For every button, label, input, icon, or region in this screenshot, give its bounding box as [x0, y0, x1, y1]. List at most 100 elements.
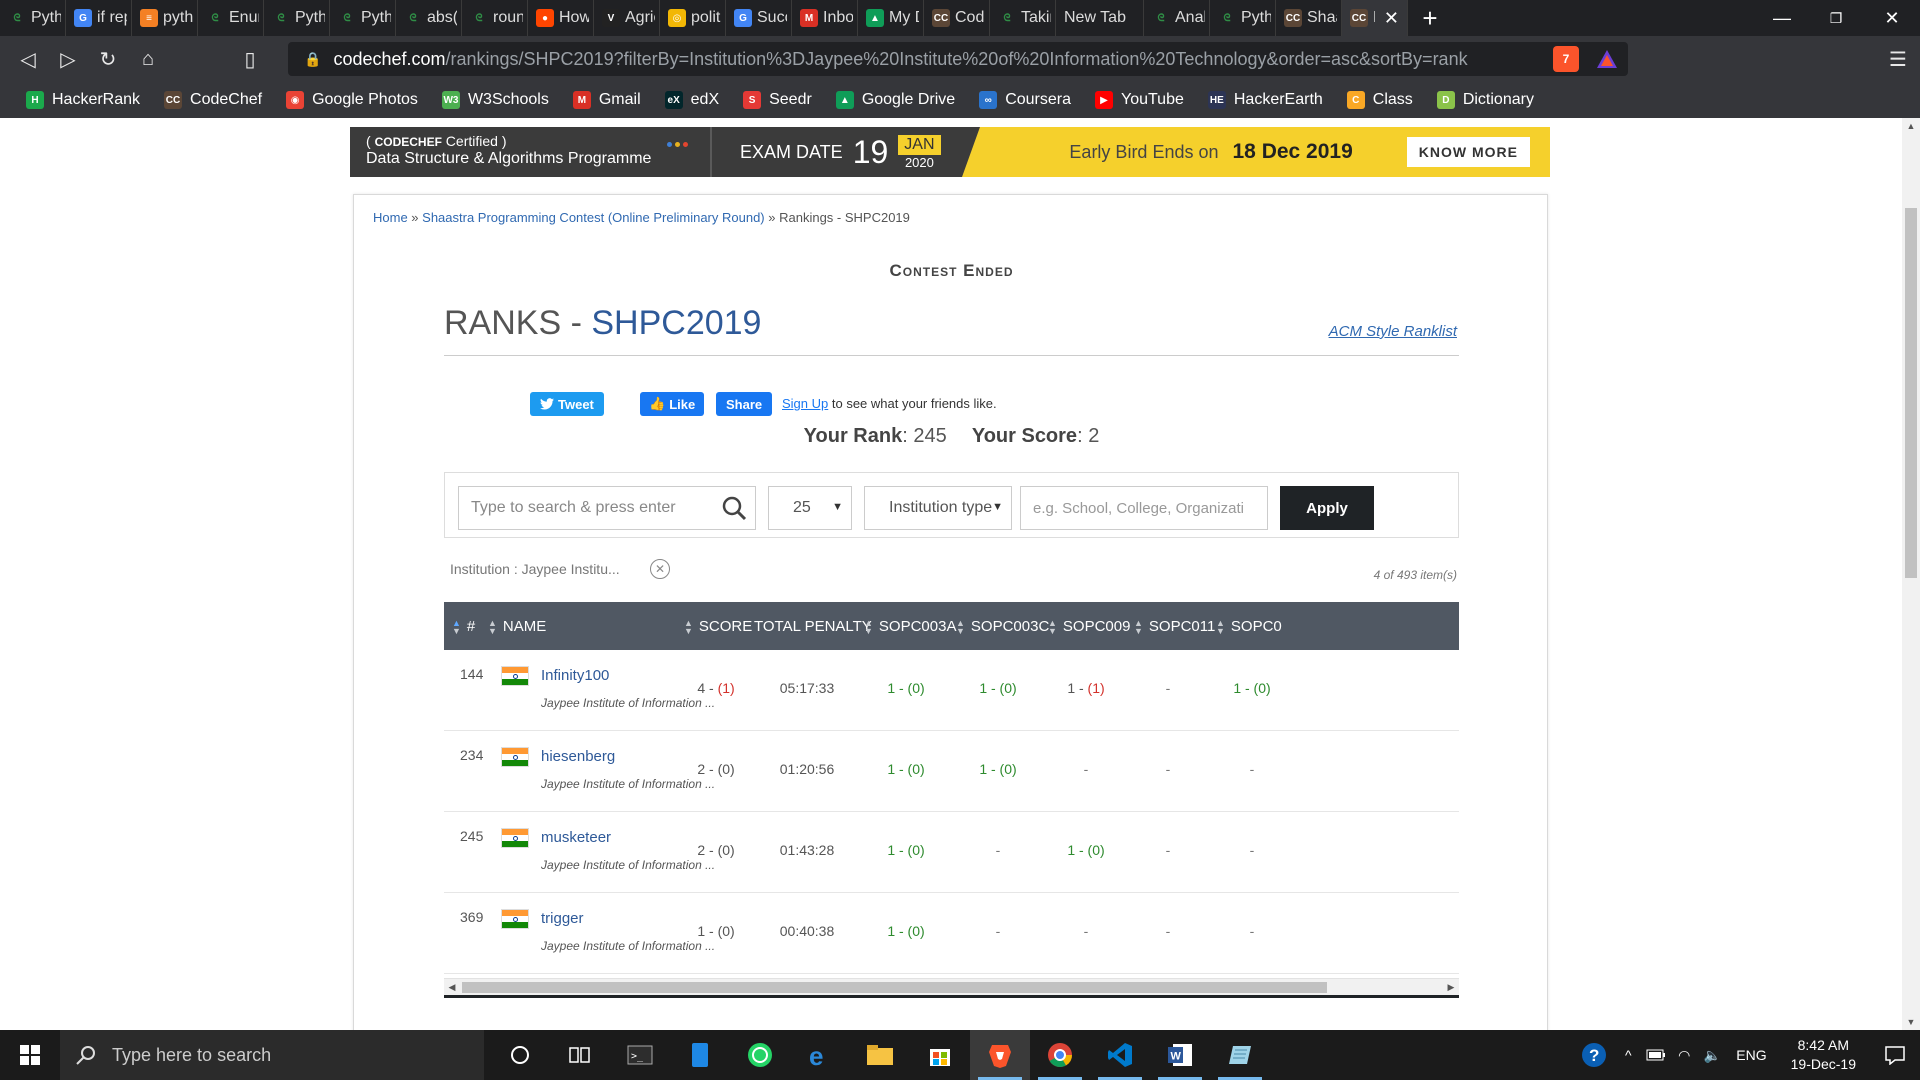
- taskbar-search-box[interactable]: Type here to search: [60, 1030, 484, 1080]
- browser-tab[interactable]: ≡ pytho: [132, 0, 198, 36]
- browser-tab[interactable]: ᘓ Analy: [1144, 0, 1210, 36]
- institution-name-input[interactable]: e.g. School, College, Organizati: [1020, 486, 1268, 530]
- bookmark-edx[interactable]: eX edX: [655, 85, 729, 115]
- show-hidden-icons-button[interactable]: ^: [1614, 1030, 1642, 1080]
- cortana-button[interactable]: [490, 1030, 550, 1080]
- institution-type-select[interactable]: Institution type ▼: [864, 486, 1012, 530]
- browser-tab[interactable]: M Inbox: [792, 0, 858, 36]
- vscode-taskbar-icon[interactable]: [1090, 1030, 1150, 1080]
- wifi-button[interactable]: ◠: [1670, 1030, 1698, 1080]
- bookmark-coursera[interactable]: ∞ Coursera: [969, 85, 1081, 115]
- home-button[interactable]: ⌂: [128, 39, 168, 79]
- browser-tab[interactable]: ᘓ Pytho: [1210, 0, 1276, 36]
- column-header-sopc009[interactable]: ▲ ▼ SOPC009: [1048, 618, 1130, 635]
- browser-tab[interactable]: ◎ politi: [660, 0, 726, 36]
- browser-tab[interactable]: V Agric: [594, 0, 660, 36]
- clock[interactable]: 8:42 AM 19-Dec-19: [1777, 1036, 1870, 1074]
- brave-shields-button[interactable]: 7: [1553, 46, 1579, 72]
- browser-tab[interactable]: ᘓ Pytho: [0, 0, 66, 36]
- browser-tab[interactable]: ᘓ Takin: [990, 0, 1056, 36]
- address-bar[interactable]: 🔒 codechef.com /rankings/SHPC2019?filter…: [288, 42, 1628, 76]
- bookmark-page-button[interactable]: ▯: [230, 39, 270, 79]
- bookmark-google-photos[interactable]: ◉ Google Photos: [276, 85, 428, 115]
- scroll-right-icon[interactable]: ▶: [1443, 979, 1459, 996]
- browser-tab[interactable]: CC Code: [924, 0, 990, 36]
- page-scrollbar[interactable]: ▲ ▼: [1902, 118, 1920, 1030]
- apply-button[interactable]: Apply: [1280, 486, 1374, 530]
- know-more-button[interactable]: KNOW MORE: [1406, 137, 1530, 167]
- scroll-left-icon[interactable]: ◀: [444, 979, 460, 996]
- close-tab-icon[interactable]: ✕: [1380, 8, 1403, 29]
- task-view-button[interactable]: [550, 1030, 610, 1080]
- username-link[interactable]: musketeer: [541, 829, 611, 846]
- browser-tab[interactable]: ᘓ Pytho: [264, 0, 330, 36]
- tablet-app-taskbar-icon[interactable]: [670, 1030, 730, 1080]
- scroll-down-icon[interactable]: ▼: [1902, 1014, 1920, 1030]
- help-button[interactable]: ?: [1574, 1030, 1614, 1080]
- facebook-share-button[interactable]: Share: [716, 392, 773, 416]
- whatsapp-taskbar-icon[interactable]: [730, 1030, 790, 1080]
- column-header-sopc003a[interactable]: ▲ ▼ SOPC003A: [864, 618, 956, 635]
- tweet-button[interactable]: Tweet: [530, 392, 604, 416]
- back-button[interactable]: ◁: [8, 39, 48, 79]
- username-link[interactable]: Infinity100: [541, 667, 609, 684]
- battery-button[interactable]: [1642, 1030, 1670, 1080]
- file-explorer-taskbar-icon[interactable]: [850, 1030, 910, 1080]
- browser-tab[interactable]: ▲ My D: [858, 0, 924, 36]
- terminal-taskbar-icon[interactable]: >_: [610, 1030, 670, 1080]
- column-header-sopc003c[interactable]: ▲ ▼ SOPC003C: [956, 618, 1049, 635]
- start-button[interactable]: [0, 1030, 60, 1080]
- dsa-certification-banner[interactable]: ( CODECHEF Certified ) Data Structure & …: [350, 127, 1550, 177]
- chrome-taskbar-icon[interactable]: [1030, 1030, 1090, 1080]
- bookmark-hackerearth[interactable]: HE HackerEarth: [1198, 85, 1333, 115]
- brave-taskbar-icon[interactable]: [970, 1030, 1030, 1080]
- username-link[interactable]: hiesenberg: [541, 748, 615, 765]
- close-window-button[interactable]: ✕: [1862, 0, 1920, 36]
- browser-tab[interactable]: CC Shaas: [1276, 0, 1342, 36]
- facebook-like-button[interactable]: 👍 Like: [640, 392, 705, 416]
- bookmark-google-drive[interactable]: ▲ Google Drive: [826, 85, 965, 115]
- new-tab-button[interactable]: +: [1408, 0, 1452, 36]
- bookmark-seedr[interactable]: S Seedr: [733, 85, 822, 115]
- scroll-up-icon[interactable]: ▲: [1902, 118, 1920, 134]
- action-center-button[interactable]: [1870, 1030, 1920, 1080]
- reload-button[interactable]: ↻: [88, 39, 128, 79]
- browser-tab[interactable]: Gif repl: [66, 0, 132, 36]
- page-scrollbar-thumb[interactable]: [1905, 208, 1917, 578]
- browser-tab[interactable]: ᘓ round: [462, 0, 528, 36]
- column-header-sopc011[interactable]: ▲ ▼ SOPC011: [1134, 618, 1215, 635]
- bookmark-gmail[interactable]: M Gmail: [563, 85, 651, 115]
- breadcrumb-home[interactable]: Home: [373, 210, 408, 225]
- volume-button[interactable]: 🔈: [1698, 1030, 1726, 1080]
- bookmark-youtube[interactable]: ▶ YouTube: [1085, 85, 1194, 115]
- acm-style-ranklist-link[interactable]: ACM Style Ranklist: [1329, 323, 1457, 340]
- browser-tab[interactable]: ᘓ abs(): [396, 0, 462, 36]
- store-taskbar-icon[interactable]: [910, 1030, 970, 1080]
- bookmark-class[interactable]: C Class: [1337, 85, 1423, 115]
- bookmark-w3schools[interactable]: W3 W3Schools: [432, 85, 559, 115]
- column-header-sopc0[interactable]: ▲ ▼ SOPC0: [1216, 618, 1282, 635]
- search-input[interactable]: Type to search & press enter: [458, 486, 756, 530]
- scrollbar-thumb[interactable]: [462, 982, 1327, 993]
- column-header-[interactable]: ▲ ▼ #: [452, 618, 475, 635]
- word-taskbar-icon[interactable]: W: [1150, 1030, 1210, 1080]
- brave-rewards-button[interactable]: [1594, 46, 1620, 72]
- maximize-button[interactable]: ❐: [1806, 0, 1866, 36]
- browser-tab[interactable]: ● How t: [528, 0, 594, 36]
- breadcrumb-contest[interactable]: Shaastra Programming Contest (Online Pre…: [422, 210, 764, 225]
- bookmark-dictionary[interactable]: D Dictionary: [1427, 85, 1544, 115]
- page-size-select[interactable]: 25 ▼: [768, 486, 852, 530]
- browser-menu-button[interactable]: ☰: [1878, 39, 1918, 79]
- browser-tab[interactable]: ᘓ Enum: [198, 0, 264, 36]
- browser-tab[interactable]: ᘓ Pytho: [330, 0, 396, 36]
- language-indicator[interactable]: ENG: [1726, 1047, 1776, 1063]
- column-header-score[interactable]: ▲ ▼ SCORE: [684, 618, 752, 635]
- minimize-button[interactable]: —: [1752, 0, 1812, 36]
- remove-filter-icon[interactable]: ✕: [650, 559, 670, 579]
- username-link[interactable]: trigger: [541, 910, 584, 927]
- column-header-name[interactable]: ▲ ▼ NAME: [488, 618, 546, 635]
- search-icon[interactable]: [721, 495, 747, 521]
- forward-button[interactable]: ▷: [48, 39, 88, 79]
- bookmark-codechef[interactable]: CC CodeChef: [154, 85, 272, 115]
- browser-tab[interactable]: G Succe: [726, 0, 792, 36]
